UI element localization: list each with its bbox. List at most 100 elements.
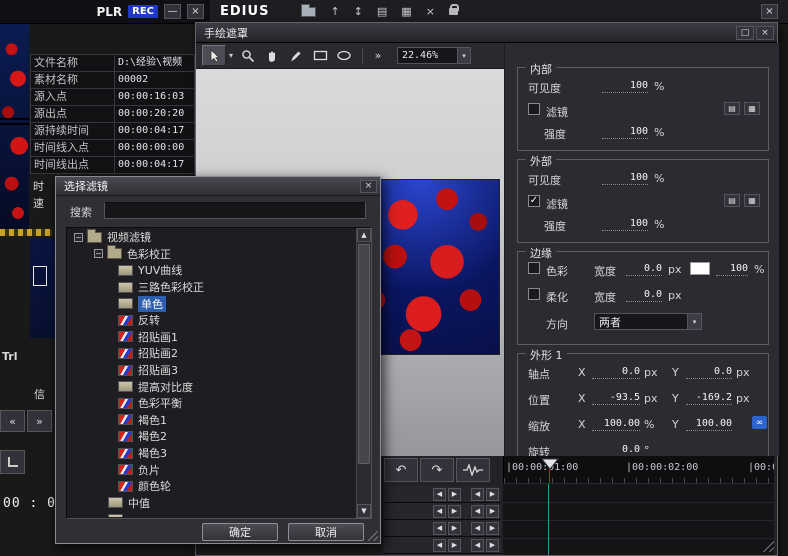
tree-item[interactable]: YUV曲线 (68, 262, 356, 279)
trim-in-button[interactable]: « (0, 410, 25, 432)
prev-keyframe-button[interactable]: ◀ (471, 488, 484, 501)
tree-item-label[interactable]: 色彩校正 (127, 246, 171, 262)
tree-item[interactable]: 中值 (68, 495, 356, 512)
draw-tool-button[interactable] (284, 45, 308, 66)
plr-tab[interactable]: PLR (96, 5, 122, 19)
tree-item-label[interactable]: 褐色1 (138, 412, 167, 428)
tree-item[interactable]: 负片 (68, 461, 356, 478)
tree-item[interactable]: 招贴画3 (68, 362, 356, 379)
tree-item-label[interactable]: 视频滤镜 (107, 229, 151, 245)
tree-item-label[interactable]: 单色 (138, 296, 166, 312)
next-keyframe-button[interactable]: ▶ (486, 505, 499, 518)
scrollbar-thumb[interactable] (358, 244, 370, 464)
edge-color-swatch[interactable] (690, 262, 710, 275)
tree-item-label[interactable]: 反转 (138, 312, 160, 328)
timeline-ruler[interactable]: |00:00:01:00 |00:00:02:00 |00:00:0 (503, 456, 774, 484)
tree-item-label[interactable]: 中值 (128, 495, 150, 511)
tree-item-label[interactable]: 褐色2 (138, 428, 167, 444)
scale-y-value[interactable]: 100.00 (686, 418, 732, 431)
next-keyframe-button[interactable]: ▶ (486, 522, 499, 535)
lock-icon[interactable] (449, 8, 458, 15)
rec-tab[interactable]: REC (128, 5, 158, 18)
mask-close-button[interactable]: × (756, 26, 774, 40)
prev-keyframe-button[interactable]: ◀ (433, 522, 446, 535)
direction-dropdown-icon[interactable]: ▾ (687, 314, 701, 329)
link-aspect-icon[interactable]: ∞ (752, 416, 767, 429)
tree-item[interactable]: 提高对比度 (68, 378, 356, 395)
keyframe-track-area[interactable] (503, 484, 774, 555)
scroll-up-button[interactable]: ▲ (357, 228, 371, 242)
tree-item-label[interactable]: 招贴画3 (138, 362, 178, 378)
prev-keyframe-button[interactable]: ◀ (471, 539, 484, 552)
tree-item-label[interactable]: 颜色轮 (138, 478, 171, 494)
filter-grid-icon[interactable]: ▦ (744, 194, 760, 207)
next-keyframe-button[interactable]: ▶ (486, 488, 499, 501)
direction-select[interactable]: 两者 ▾ (594, 313, 702, 330)
edius-close-button[interactable]: × (761, 4, 778, 19)
tree-item[interactable]: −色彩校正 (68, 246, 356, 263)
filter-list-icon[interactable]: ▤ (724, 194, 740, 207)
prev-keyframe-button[interactable]: ◀ (433, 505, 446, 518)
dialog-resize-grip[interactable] (367, 530, 378, 541)
player-close-button[interactable]: × (187, 4, 204, 19)
tree-item[interactable]: 反转 (68, 312, 356, 329)
anchor-y-value[interactable]: 0.0 (686, 366, 732, 379)
tree-item-label[interactable]: 色彩平衡 (138, 395, 182, 411)
tree-item-label[interactable]: YUV曲线 (138, 262, 182, 278)
redo-button[interactable]: ↷ (420, 458, 454, 482)
visibility-value[interactable]: 100 (602, 172, 648, 185)
tree-item[interactable]: − 视频滤镜 (68, 229, 356, 246)
playhead-handle[interactable] (541, 458, 559, 473)
tree-item[interactable]: 颜色轮 (68, 478, 356, 495)
filter-dialog-title-bar[interactable]: 选择滤镜 × (56, 177, 380, 196)
search-input[interactable] (104, 202, 366, 219)
position-y-value[interactable]: -169.2 (686, 392, 732, 405)
prev-keyframe-button[interactable]: ◀ (433, 488, 446, 501)
outer-filter-checkbox[interactable]: ✓ (528, 195, 540, 207)
anchor-x-value[interactable]: 0.0 (592, 366, 640, 379)
rectangle-tool-button[interactable] (308, 45, 332, 66)
edge-color-width-value[interactable]: 0.0 (626, 263, 662, 276)
ok-button[interactable]: 确定 (202, 523, 278, 541)
tree-item[interactable]: 褐色3 (68, 445, 356, 462)
select-tool-dropdown-icon[interactable]: ▾ (226, 51, 236, 60)
list-view-icon[interactable]: ▤ (377, 5, 387, 18)
strength-value[interactable]: 100 (602, 126, 648, 139)
tree-collapse-icon[interactable]: − (74, 233, 83, 242)
scroll-down-button[interactable]: ▼ (357, 504, 371, 518)
tree-item-label[interactable]: 提高对比度 (138, 379, 193, 395)
prev-keyframe-button[interactable]: ◀ (433, 539, 446, 552)
filter-dialog-close-button[interactable]: × (360, 180, 377, 193)
mask-window-title-bar[interactable]: 手绘遮罩 □ × (196, 23, 777, 43)
edge-soft-width-value[interactable]: 0.0 (626, 289, 662, 302)
trim-out-button[interactable]: » (27, 410, 52, 432)
edge-color-opacity-value[interactable]: 100 (716, 263, 748, 276)
zoom-dropdown-icon[interactable]: ▾ (457, 48, 470, 63)
tree-item-label[interactable]: 褐色3 (138, 445, 167, 461)
tree-item-label[interactable]: 负片 (138, 462, 160, 478)
hand-tool-button[interactable] (260, 45, 284, 66)
zoom-tool-button[interactable] (236, 45, 260, 66)
tree-item[interactable]: 褐色2 (68, 428, 356, 445)
undo-button[interactable]: ↶ (384, 458, 418, 482)
tree-item[interactable]: 招贴画1 (68, 329, 356, 346)
next-keyframe-button[interactable]: ▶ (448, 505, 461, 518)
next-keyframe-button[interactable]: ▶ (486, 539, 499, 552)
delete-icon[interactable]: × (426, 5, 435, 18)
tree-item[interactable]: 色彩平衡 (68, 395, 356, 412)
ellipse-tool-button[interactable] (332, 45, 356, 66)
tree-scrollbar[interactable]: ▲ ▼ (356, 228, 371, 518)
transfer-icon[interactable]: ↕ (354, 5, 363, 18)
tree-item[interactable]: 褐色1 (68, 412, 356, 429)
filter-grid-icon[interactable]: ▦ (744, 102, 760, 115)
cancel-button[interactable]: 取消 (288, 523, 364, 541)
tree-item[interactable]: 招贴画2 (68, 345, 356, 362)
bracket-tool-button[interactable] (0, 450, 25, 474)
tree-item-partial[interactable] (68, 511, 356, 517)
more-tools-button[interactable]: » (369, 45, 387, 66)
next-keyframe-button[interactable]: ▶ (448, 488, 461, 501)
zoom-level-combo[interactable]: 22.46% ▾ (397, 47, 471, 64)
inner-filter-checkbox[interactable] (528, 103, 540, 115)
next-keyframe-button[interactable]: ▶ (448, 539, 461, 552)
grid-view-icon[interactable]: ▦ (401, 5, 411, 18)
